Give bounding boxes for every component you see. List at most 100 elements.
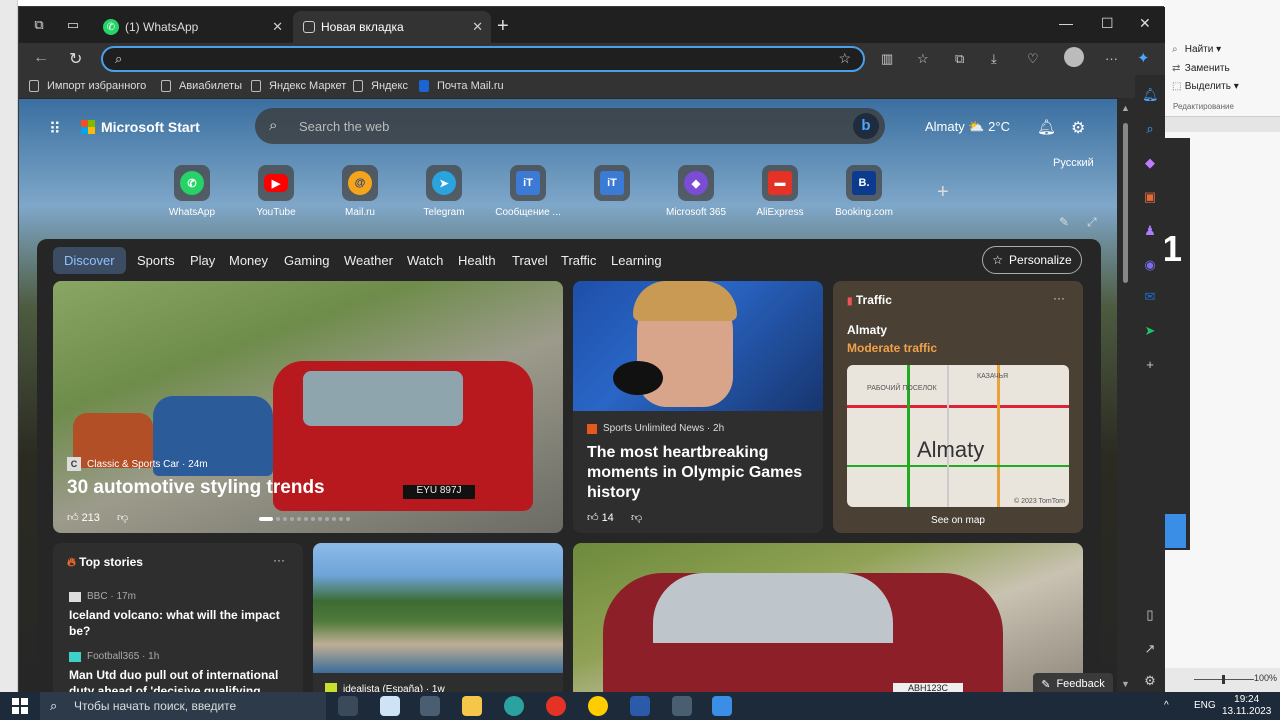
quicklink-booking[interactable]: B. Booking.com (822, 165, 906, 218)
language-indicator[interactable]: ENG (1194, 700, 1216, 711)
tab-learning[interactable]: Learning (611, 253, 662, 268)
downloads-icon[interactable]: ⤓ (991, 51, 997, 67)
notifications-icon[interactable]: 🔔︎ (1037, 118, 1056, 136)
workspaces-icon[interactable]: ⧉ (31, 17, 47, 33)
minimize-icon[interactable]: — (1059, 15, 1073, 31)
article-card[interactable]: Sports Unlimited News · 2h The most hear… (573, 281, 823, 533)
traffic-map[interactable]: РАБОЧИЙ ПОСЕЛОК КАЗАЧЬЯ Almaty © 2023 To… (847, 365, 1069, 507)
select-button[interactable]: ⬚ Выделить ▾ (1172, 81, 1239, 92)
word-icon[interactable] (630, 696, 650, 716)
fav-aviabilety[interactable]: Авиабилеты (161, 80, 242, 92)
quicklink-telegram[interactable]: ➤ Telegram (402, 165, 486, 218)
tab-gaming[interactable]: Gaming (284, 253, 330, 268)
favorites-icon[interactable]: ☆ (917, 51, 929, 67)
dislike-icon[interactable]: 👎︎ (117, 511, 128, 524)
external-link-icon[interactable]: ↗ (1142, 641, 1158, 657)
photos-icon[interactable] (712, 696, 732, 716)
yandex-browser-icon[interactable] (546, 696, 566, 716)
tab-travel[interactable]: Travel (512, 253, 548, 268)
microsoft365-icon[interactable]: ◉ (1142, 257, 1158, 273)
fav-yandex[interactable]: Яндекс (353, 80, 408, 92)
find-button[interactable]: ⌕ Найти ▾ (1172, 44, 1221, 55)
sidebar-settings-icon[interactable]: ⚙ (1142, 673, 1158, 689)
more-options-icon[interactable]: ··· (1053, 291, 1065, 305)
edge-icon[interactable] (504, 696, 524, 716)
article-card[interactable]: ABH123C (573, 543, 1083, 693)
scroll-thumb[interactable] (1123, 123, 1128, 283)
tab-play[interactable]: Play (190, 253, 215, 268)
taskbar-search[interactable]: ⌕ Чтобы начать поиск, введите (40, 692, 326, 720)
tab-health[interactable]: Health (458, 253, 496, 268)
shopping-icon[interactable]: ◆ (1142, 155, 1158, 171)
tab-watch[interactable]: Watch (407, 253, 443, 268)
address-bar[interactable]: ⌕ ☆ (101, 46, 865, 72)
language-link[interactable]: Русский (1053, 157, 1094, 169)
quicklink-youtube[interactable]: ▶ YouTube (234, 165, 318, 218)
like-button[interactable]: 👍︎ 14 (587, 511, 614, 524)
carousel-dots[interactable] (259, 517, 355, 521)
copilot-icon[interactable]: ✦ (1137, 49, 1150, 67)
tab-whatsapp[interactable]: ✆ (1) WhatsApp ✕ (93, 11, 291, 43)
notepad-icon[interactable] (380, 696, 400, 716)
tray-chevron-icon[interactable]: ^ (1164, 700, 1169, 711)
refresh-icon[interactable]: ↻ (69, 49, 82, 69)
web-search-box[interactable]: ⌕ Search the web b (255, 108, 885, 144)
add-quicklink-button[interactable]: + (937, 181, 949, 204)
tab-weather[interactable]: Weather (344, 253, 393, 268)
collections-icon[interactable]: ⧉ (955, 51, 964, 67)
bing-icon[interactable]: b (853, 113, 879, 139)
task-view-icon[interactable] (338, 696, 358, 716)
tab-traffic[interactable]: Traffic (561, 253, 596, 268)
quicklink-unnamed[interactable]: iT (570, 165, 654, 207)
yandex-music-icon[interactable] (588, 696, 608, 716)
weather-widget[interactable]: Almaty ⛅ 2°C (925, 119, 1010, 135)
replace-button[interactable]: ⇄ Заменить (1172, 63, 1230, 74)
feedback-button[interactable]: ✎ Feedback (1033, 673, 1113, 693)
tab-sports[interactable]: Sports (137, 253, 175, 268)
sidebar-toggle-icon[interactable]: ▯ (1142, 607, 1158, 623)
more-options-icon[interactable]: ··· (273, 553, 285, 567)
games-icon[interactable]: ♟ (1142, 223, 1158, 239)
settings-icon[interactable]: ⚙ (1071, 118, 1085, 138)
edit-background-icon[interactable]: ✎ (1059, 215, 1069, 229)
dislike-icon[interactable]: 👎︎ (631, 511, 642, 524)
favorite-star-icon[interactable]: ☆ (838, 50, 851, 67)
fav-yandex-market[interactable]: Яндекс Маркет (251, 80, 346, 92)
hero-card[interactable]: EYU 897J C Classic & Sports Car · 24m 30 … (53, 281, 563, 533)
apps-grid-icon[interactable]: ⠿ (49, 119, 61, 139)
file-explorer-icon[interactable] (462, 696, 482, 716)
scroll-up-icon[interactable]: ▲ (1121, 103, 1130, 113)
article-card[interactable]: idealista (España) · 1w (313, 543, 563, 693)
back-icon[interactable]: ← (33, 49, 49, 67)
story-title[interactable]: Iceland volcano: what will the impact be… (69, 607, 289, 639)
new-tab-button[interactable]: + (497, 15, 509, 38)
drop-icon[interactable]: ➤ (1142, 323, 1158, 339)
close-window-icon[interactable]: ✕ (1139, 15, 1151, 32)
tools-icon[interactable]: ▣ (1142, 189, 1158, 205)
story-title[interactable]: Man Utd duo pull out of international du… (69, 667, 289, 693)
close-tab-icon[interactable]: ✕ (272, 19, 283, 35)
split-screen-icon[interactable]: ▥ (881, 51, 893, 67)
tab-new[interactable]: Новая вкладка ✕ (293, 11, 491, 43)
like-button[interactable]: 👍︎ 213 (67, 511, 100, 524)
quicklink-whatsapp[interactable]: ✆ WhatsApp (150, 165, 234, 218)
quicklink-mailru[interactable]: @ Mail.ru (318, 165, 402, 218)
performance-icon[interactable]: ♡ (1027, 51, 1039, 67)
expand-icon[interactable]: ⤢ (1087, 215, 1097, 230)
quicklink-microsoft365[interactable]: ◆ Microsoft 365 (654, 165, 738, 218)
maximize-icon[interactable]: ☐ (1101, 15, 1114, 32)
personalize-button[interactable]: ☆ Personalize (982, 246, 1082, 274)
windows-start-icon[interactable] (12, 698, 28, 714)
profile-avatar[interactable] (1064, 47, 1084, 67)
clock[interactable]: 19:24 13.11.2023 (1222, 694, 1271, 718)
close-tab-icon[interactable]: ✕ (472, 19, 483, 35)
quicklink-message[interactable]: iT Сообщение ... (486, 165, 570, 218)
outlook-icon[interactable]: ✉ (1142, 289, 1158, 305)
tab-money[interactable]: Money (229, 253, 268, 268)
calendar-icon[interactable] (672, 696, 692, 716)
add-sidebar-icon[interactable]: + (1142, 357, 1158, 373)
calculator-icon[interactable] (420, 696, 440, 716)
search-icon[interactable]: ⌕ (1142, 121, 1158, 137)
more-icon[interactable]: ··· (1105, 51, 1118, 66)
fav-mail[interactable]: Почта Mail.ru (419, 80, 504, 92)
